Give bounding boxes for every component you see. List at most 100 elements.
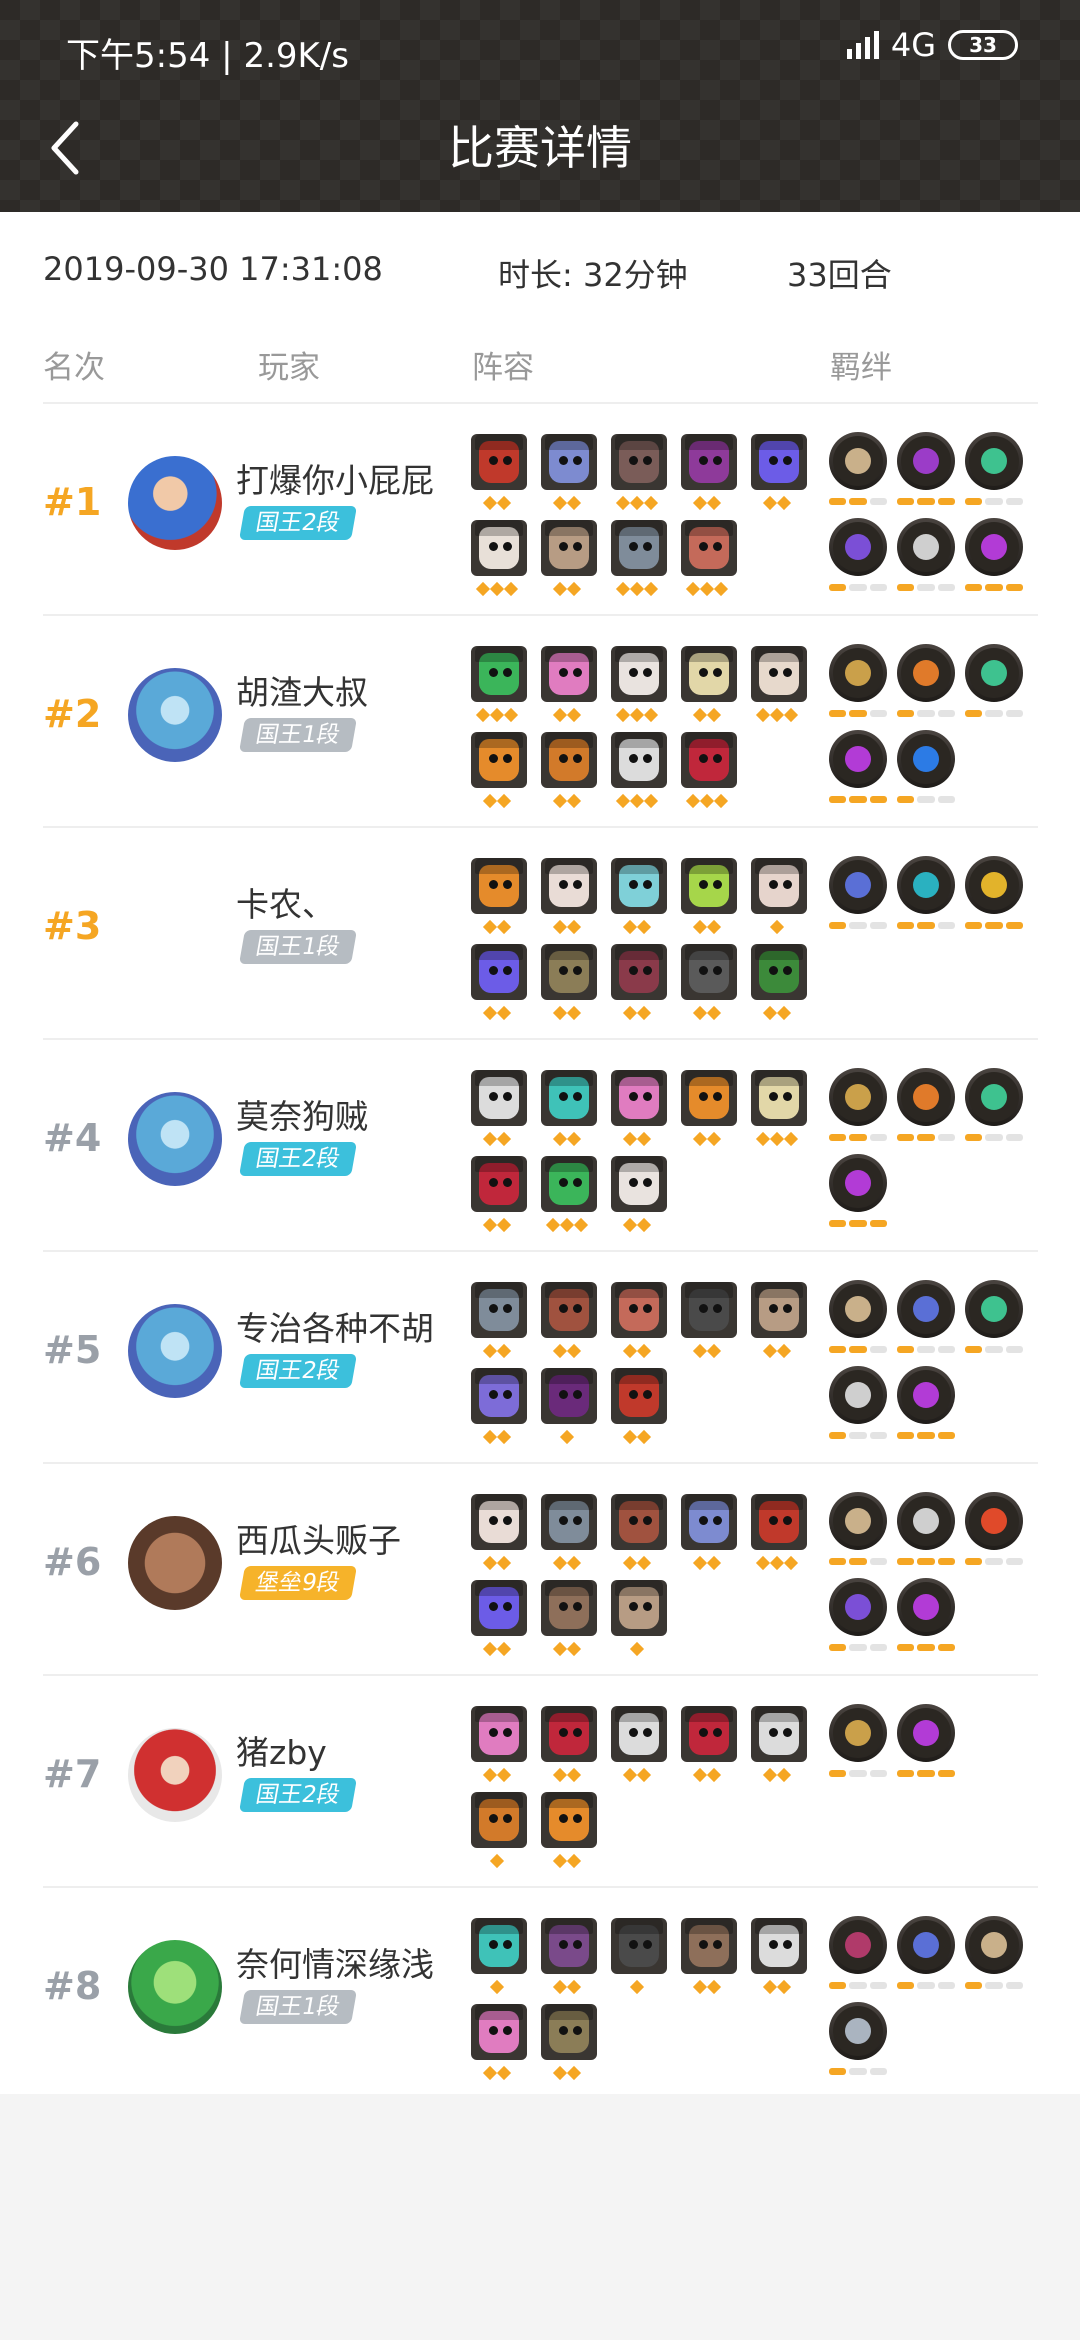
unit-icon[interactable]	[611, 1580, 667, 1636]
trait-icon[interactable]	[897, 518, 955, 576]
trait-icon[interactable]	[829, 432, 887, 490]
unit-icon[interactable]	[541, 1070, 597, 1126]
trait-icon[interactable]	[897, 432, 955, 490]
unit-icon[interactable]	[681, 1282, 737, 1338]
trait-icon[interactable]	[897, 1492, 955, 1550]
unit-icon[interactable]	[611, 1706, 667, 1762]
player-name[interactable]: 莫奈狗贼	[236, 1090, 368, 1138]
unit-icon[interactable]	[681, 520, 737, 576]
unit-icon[interactable]	[471, 1706, 527, 1762]
unit-icon[interactable]	[471, 1792, 527, 1848]
unit-icon[interactable]	[471, 944, 527, 1000]
unit-icon[interactable]	[471, 1282, 527, 1338]
trait-icon[interactable]	[829, 1916, 887, 1974]
trait-icon[interactable]	[965, 1280, 1023, 1338]
player-row[interactable]: #2 胡渣大叔 国王1段	[0, 614, 1080, 826]
player-name[interactable]: 奈何情深缘浅	[236, 1938, 434, 1986]
player-row[interactable]: #5 专治各种不胡 国王2段	[0, 1250, 1080, 1462]
unit-icon[interactable]	[751, 858, 807, 914]
unit-icon[interactable]	[541, 520, 597, 576]
unit-icon[interactable]	[751, 1282, 807, 1338]
unit-icon[interactable]	[541, 1282, 597, 1338]
unit-icon[interactable]	[681, 1494, 737, 1550]
player-name[interactable]: 猪zby	[236, 1726, 327, 1774]
unit-icon[interactable]	[541, 1494, 597, 1550]
unit-icon[interactable]	[541, 944, 597, 1000]
player-avatar[interactable]	[128, 1516, 222, 1610]
unit-icon[interactable]	[611, 1368, 667, 1424]
trait-icon[interactable]	[829, 1366, 887, 1424]
unit-icon[interactable]	[611, 1494, 667, 1550]
unit-icon[interactable]	[471, 646, 527, 702]
unit-icon[interactable]	[541, 1706, 597, 1762]
player-name[interactable]: 胡渣大叔	[236, 666, 368, 714]
unit-icon[interactable]	[471, 1580, 527, 1636]
unit-icon[interactable]	[751, 1918, 807, 1974]
unit-icon[interactable]	[751, 944, 807, 1000]
unit-icon[interactable]	[471, 1494, 527, 1550]
trait-icon[interactable]	[829, 1704, 887, 1762]
trait-icon[interactable]	[829, 518, 887, 576]
unit-icon[interactable]	[751, 1070, 807, 1126]
player-row[interactable]: #3 卡农、 国王1段	[0, 826, 1080, 1038]
unit-icon[interactable]	[471, 520, 527, 576]
unit-icon[interactable]	[471, 1156, 527, 1212]
unit-icon[interactable]	[751, 1494, 807, 1550]
unit-icon[interactable]	[681, 858, 737, 914]
unit-icon[interactable]	[541, 1792, 597, 1848]
unit-icon[interactable]	[681, 646, 737, 702]
player-row[interactable]: #4 莫奈狗贼 国王2段	[0, 1038, 1080, 1250]
trait-icon[interactable]	[897, 1916, 955, 1974]
unit-icon[interactable]	[471, 732, 527, 788]
unit-icon[interactable]	[681, 944, 737, 1000]
player-avatar[interactable]	[128, 668, 222, 762]
unit-icon[interactable]	[681, 434, 737, 490]
trait-icon[interactable]	[829, 1068, 887, 1126]
trait-icon[interactable]	[897, 1704, 955, 1762]
unit-icon[interactable]	[611, 1070, 667, 1126]
trait-icon[interactable]	[829, 730, 887, 788]
unit-icon[interactable]	[611, 944, 667, 1000]
trait-icon[interactable]	[965, 518, 1023, 576]
unit-icon[interactable]	[541, 732, 597, 788]
trait-icon[interactable]	[965, 1492, 1023, 1550]
unit-icon[interactable]	[471, 1918, 527, 1974]
unit-icon[interactable]	[611, 1282, 667, 1338]
trait-icon[interactable]	[965, 1068, 1023, 1126]
unit-icon[interactable]	[541, 1580, 597, 1636]
unit-icon[interactable]	[541, 2004, 597, 2060]
trait-icon[interactable]	[829, 856, 887, 914]
player-name[interactable]: 卡农、	[236, 878, 335, 926]
unit-icon[interactable]	[541, 1156, 597, 1212]
trait-icon[interactable]	[829, 2002, 887, 2060]
unit-icon[interactable]	[751, 434, 807, 490]
trait-icon[interactable]	[965, 856, 1023, 914]
player-avatar[interactable]	[128, 1940, 222, 2034]
unit-icon[interactable]	[541, 646, 597, 702]
trait-icon[interactable]	[829, 644, 887, 702]
player-name[interactable]: 西瓜头贩子	[236, 1514, 401, 1562]
trait-icon[interactable]	[897, 1068, 955, 1126]
trait-icon[interactable]	[897, 856, 955, 914]
unit-icon[interactable]	[611, 1918, 667, 1974]
trait-icon[interactable]	[829, 1492, 887, 1550]
player-row[interactable]: #1 打爆你小屁屁 国王2段	[0, 402, 1080, 614]
unit-icon[interactable]	[681, 1918, 737, 1974]
trait-icon[interactable]	[829, 1280, 887, 1338]
unit-icon[interactable]	[681, 732, 737, 788]
trait-icon[interactable]	[829, 1578, 887, 1636]
unit-icon[interactable]	[751, 1706, 807, 1762]
unit-icon[interactable]	[611, 520, 667, 576]
trait-icon[interactable]	[897, 730, 955, 788]
trait-icon[interactable]	[897, 1280, 955, 1338]
trait-icon[interactable]	[897, 644, 955, 702]
unit-icon[interactable]	[471, 434, 527, 490]
unit-icon[interactable]	[611, 434, 667, 490]
trait-icon[interactable]	[965, 1916, 1023, 1974]
unit-icon[interactable]	[471, 2004, 527, 2060]
unit-icon[interactable]	[471, 858, 527, 914]
player-avatar[interactable]	[128, 456, 222, 550]
unit-icon[interactable]	[541, 1918, 597, 1974]
trait-icon[interactable]	[897, 1366, 955, 1424]
player-name[interactable]: 打爆你小屁屁	[236, 454, 434, 502]
